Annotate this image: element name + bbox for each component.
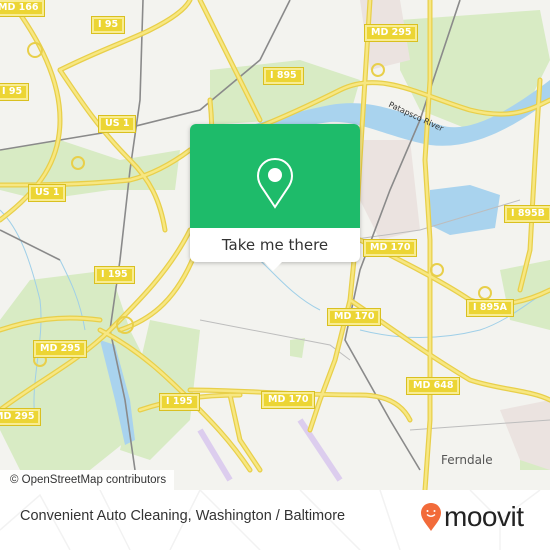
popup-header	[190, 124, 360, 228]
road-shield-us1: US 1	[99, 116, 136, 132]
road-shield-i95: I 95	[92, 17, 125, 33]
road-shield-i895b: I 895B	[505, 206, 550, 222]
moovit-pin-icon	[421, 503, 441, 531]
road-shield-i895: I 895	[264, 68, 303, 84]
road-shield-md295: MD 295	[34, 341, 87, 357]
road-shield-md170: MD 170	[328, 309, 381, 325]
road-shield-i895a: I 895A	[467, 300, 514, 316]
road-shield-md170: MD 170	[364, 240, 417, 256]
road-shield-md295: MD 295	[0, 409, 41, 425]
road-shield-i95: I 95	[0, 84, 29, 100]
moovit-wordmark: moovit	[444, 501, 524, 532]
map-attribution[interactable]: © OpenStreetMap contributors	[0, 470, 175, 490]
location-title: Convenient Auto Cleaning, Washington / B…	[20, 508, 346, 524]
moovit-logo[interactable]: moovit	[420, 501, 524, 532]
road-shield-i195: I 195	[160, 394, 199, 410]
road-shield-us1: US 1	[29, 185, 66, 201]
take-me-there-button[interactable]: Take me there	[190, 228, 360, 262]
place-label-ferndale: Ferndale	[441, 453, 493, 467]
road-shield-md648: MD 648	[407, 378, 460, 394]
road-shield-md295: MD 295	[365, 25, 418, 41]
map[interactable]: MD 166 I 95 I 95 US 1 US 1 MD 295 I 895 …	[0, 0, 550, 490]
footer-bar: Convenient Auto Cleaning, Washington / B…	[0, 490, 550, 550]
road-shield-md170: MD 170	[262, 392, 315, 408]
popup-pointer	[264, 262, 282, 271]
map-pin-icon	[256, 157, 294, 209]
road-shield-md166: MD 166	[0, 0, 45, 16]
road-shield-i195: I 195	[95, 267, 134, 283]
location-popup: Take me there	[190, 124, 360, 271]
